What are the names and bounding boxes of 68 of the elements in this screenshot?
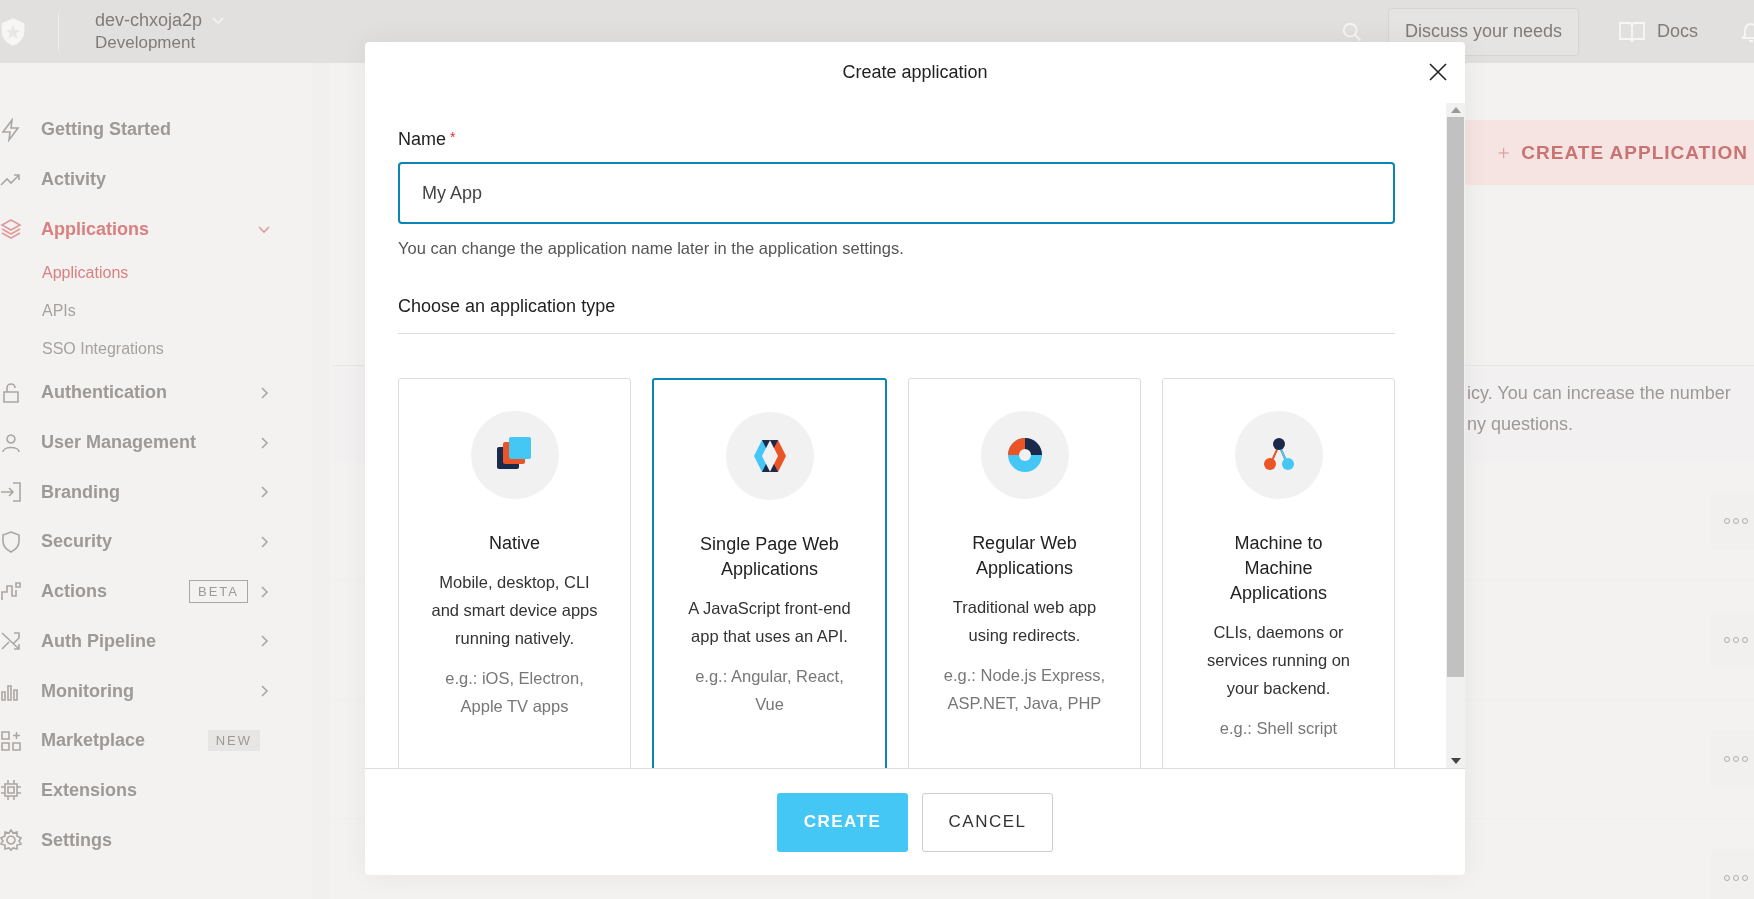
sidebar-subitem[interactable]: Applications bbox=[0, 254, 310, 293]
application-type-name: Machine to Machine Applications bbox=[1228, 532, 1329, 605]
application-type-card[interactable]: Native Mobile, desktop, CLI and smart device apps running natively. e.g.: iOS, Electron, Apple TV apps bbox=[398, 378, 631, 768]
notice-text: ny questions. bbox=[1467, 413, 1575, 436]
environment-label: Development bbox=[95, 33, 197, 53]
required-mark: * bbox=[450, 129, 456, 147]
chevron-down-icon[interactable] bbox=[258, 223, 270, 236]
discuss-button[interactable]: Discuss your needs bbox=[1387, 7, 1579, 56]
sidebar-item[interactable]: Applications bbox=[0, 204, 310, 255]
chevron-right-icon[interactable] bbox=[258, 685, 270, 698]
sidebar-item[interactable]: Security bbox=[0, 517, 310, 567]
layers-icon bbox=[0, 217, 23, 242]
docs-link[interactable]: Docs bbox=[1657, 21, 1698, 42]
chevron-right-icon[interactable] bbox=[258, 635, 270, 648]
help-text: You can change the application name later in the application settings. bbox=[398, 239, 905, 258]
sidebar-item[interactable]: Getting Started bbox=[0, 105, 310, 155]
dialog-title: Create application bbox=[842, 62, 988, 83]
scrollbar[interactable] bbox=[1446, 103, 1465, 768]
chevron-right-icon[interactable] bbox=[258, 486, 270, 499]
application-type-examples: e.g.: Node.js Express, ASP.NET, Java, PHP bbox=[942, 665, 1107, 714]
search-icon[interactable] bbox=[1340, 20, 1363, 43]
sidebar-item[interactable]: Marketplace NEW bbox=[0, 715, 310, 766]
shield-icon bbox=[0, 529, 23, 554]
sidebar-item[interactable]: Authentication bbox=[0, 368, 310, 418]
cancel-button[interactable]: CANCEL bbox=[922, 792, 1053, 852]
create-application-button[interactable]: CREATE APPLICATION bbox=[1464, 120, 1754, 185]
application-type-description: Mobile, desktop, CLI and smart device apps running natively. bbox=[430, 572, 599, 649]
application-type-card[interactable]: Single Page Web Applications A JavaScript front-end app that uses an API. e.g.: Angular, React, Vue bbox=[652, 378, 887, 768]
application-type-card[interactable]: Regular Web Applications Traditional web app using redirects. e.g.: Node.js Express, ASP.NET, Java, PHP bbox=[908, 378, 1141, 768]
sidebar-item[interactable]: Settings bbox=[0, 815, 310, 865]
chip-icon bbox=[0, 778, 23, 803]
application-type-name: Native bbox=[489, 532, 540, 555]
application-type-examples: e.g.: iOS, Electron, Apple TV apps bbox=[444, 668, 585, 717]
settings-icon bbox=[0, 828, 23, 853]
scroll-down-arrow-icon[interactable] bbox=[1450, 758, 1461, 764]
chevron-right-icon[interactable] bbox=[258, 436, 270, 449]
scroll-up-arrow-icon[interactable] bbox=[1450, 107, 1461, 113]
sidebar-subitem[interactable]: APIs bbox=[0, 292, 310, 331]
application-type-examples: e.g.: Shell script bbox=[1218, 718, 1339, 739]
sidebar-item[interactable]: Auth Pipeline bbox=[0, 616, 310, 667]
status-badge: BETA bbox=[189, 580, 248, 604]
sidebar-item[interactable]: User Management bbox=[0, 417, 310, 468]
chevron-right-icon[interactable] bbox=[258, 535, 270, 548]
section-heading: Choose an application type bbox=[398, 296, 1395, 334]
application-type-examples: e.g.: Angular, React, Vue bbox=[694, 666, 845, 715]
close-icon[interactable] bbox=[1428, 62, 1448, 82]
tenant-name[interactable]: dev-chxoja2p bbox=[95, 10, 203, 31]
sidebar-item[interactable]: Activity bbox=[0, 154, 310, 205]
sidebar-item[interactable]: Actions BETA bbox=[0, 566, 310, 617]
application-type-description: CLIs, daemons or services running on your backend. bbox=[1205, 622, 1352, 699]
application-type-name: Single Page Web Applications bbox=[699, 533, 840, 581]
sidebar-item[interactable]: Monitoring bbox=[0, 666, 310, 716]
application-type-description: Traditional web app using redirects. bbox=[951, 597, 1098, 646]
status-badge: NEW bbox=[207, 730, 260, 752]
sidebar-subitem[interactable]: SSO Integrations bbox=[0, 330, 310, 369]
chevron-right-icon[interactable] bbox=[258, 386, 270, 399]
sidebar-item[interactable]: Branding bbox=[0, 467, 310, 518]
sidebar-item[interactable]: Extensions bbox=[0, 765, 310, 816]
chevron-right-icon[interactable] bbox=[258, 585, 270, 598]
application-type-card[interactable]: Machine to Machine Applications CLIs, daemons or services running on your backend. e.g.: Shell script bbox=[1162, 378, 1395, 768]
name-input-field[interactable]: My App bbox=[398, 162, 1395, 224]
sign-in-icon bbox=[0, 480, 23, 505]
create-button[interactable]: CREATE bbox=[777, 792, 908, 852]
notice-text: icy. You can increase the number bbox=[1467, 382, 1732, 405]
grid-plus-icon bbox=[0, 728, 23, 753]
field-label: Name bbox=[398, 129, 446, 150]
application-type-description: A JavaScript front-end app that uses an API. bbox=[687, 598, 852, 647]
application-type-name: Regular Web Applications bbox=[971, 532, 1078, 580]
